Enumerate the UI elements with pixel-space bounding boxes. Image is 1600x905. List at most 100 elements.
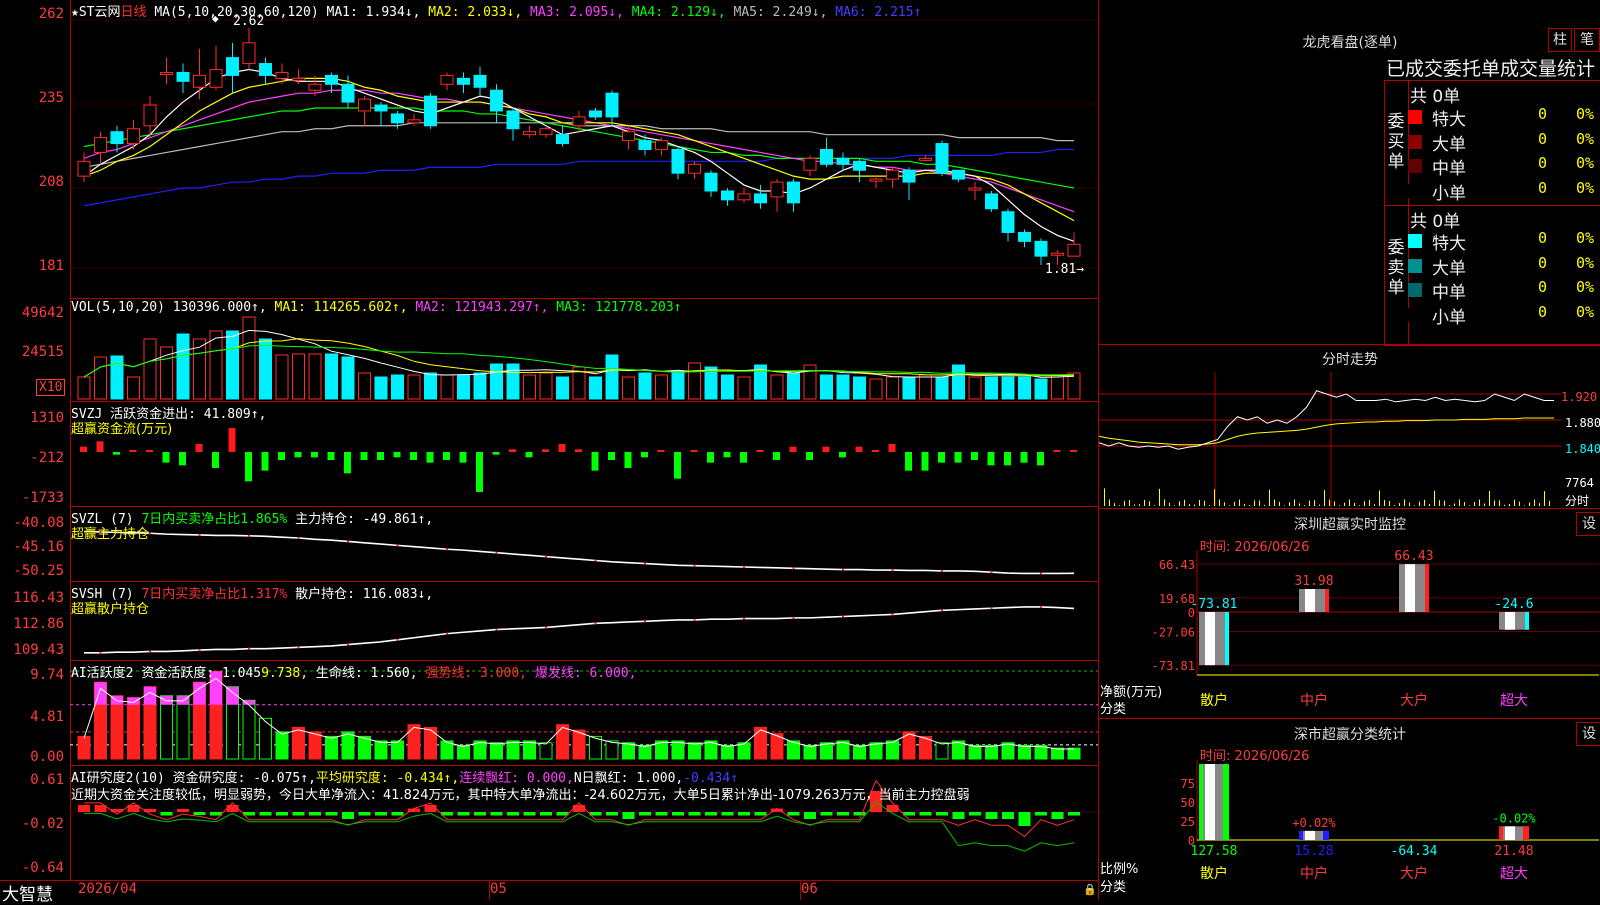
candle-body — [473, 74, 487, 88]
intraday-vol-bar — [1119, 505, 1120, 506]
intraday-vol-bar — [1454, 503, 1455, 506]
vol-ma2: MA2: 121943.297↑, — [415, 300, 549, 315]
fund-flow-bar — [888, 444, 896, 452]
y-label: 262 — [38, 6, 64, 22]
intraday-vol-bar — [1324, 490, 1325, 506]
order-size: 大单 — [1432, 258, 1466, 279]
order-size: 大单 — [1432, 134, 1466, 155]
svzl-pane[interactable]: SVZL (7) 7日内买卖净占比1.865% 主力持仓: -49.861↑, … — [70, 507, 1098, 582]
bar-mode-button[interactable]: 柱 — [1548, 28, 1572, 52]
svzl-subtitle: 超赢主力持仓 — [71, 527, 150, 542]
intraday-vol-bar — [1259, 500, 1260, 506]
intraday-lines[interactable] — [1098, 372, 1600, 508]
y-label: 181 — [38, 258, 64, 274]
class-bar — [1499, 826, 1529, 840]
position-dot — [446, 632, 448, 635]
candle-body — [836, 157, 850, 165]
value-label: -24.6 — [1494, 597, 1533, 612]
color-swatch — [1408, 234, 1422, 248]
intraday-vol-bar — [1269, 489, 1270, 506]
research-bar — [606, 812, 618, 816]
kline-pane[interactable]: ★ST云网日线 MA(5,10,20,30,60,120) MA1: 1.934… — [70, 0, 1098, 299]
intraday-vol-bar — [1294, 499, 1295, 506]
sz-class-chart[interactable]: 7550250127.58散户+0.02%15.28中户-64.34大户-0.0… — [1099, 760, 1600, 900]
sz-class-settings-button[interactable]: 设 — [1576, 722, 1600, 746]
research-bar — [573, 805, 585, 812]
order-count: 0 — [1538, 105, 1548, 123]
sz-class-title: 深市超赢分类统计 — [1294, 727, 1406, 743]
ai-research-pane[interactable]: AI研究度2(10) 资金研究度: -0.075↑,平均研究度: -0.434↑… — [70, 766, 1098, 880]
candle-body — [688, 163, 701, 174]
fund-flow-bar — [1037, 452, 1044, 466]
order-size: 特大 — [1432, 234, 1466, 254]
intraday-chart[interactable]: 1.920 1.880 1.840 7764 分时 — [1098, 372, 1600, 508]
research-bar — [672, 812, 684, 816]
candle-body — [308, 83, 322, 91]
activity-bar — [490, 742, 503, 760]
ai-activity-pane[interactable]: AI活跃度2 资金活跃度: 1.0459.738, 生命线: 1.560, 强势… — [70, 661, 1098, 766]
fund-flow-bar — [839, 452, 846, 458]
research-bar — [919, 812, 932, 816]
category-label: 中户 — [1300, 865, 1328, 882]
fenshi-y-label: 1.840 — [1565, 442, 1600, 456]
fund-flow-bar — [228, 428, 236, 452]
sz-monitor-chart[interactable]: 66.4319.680-27.06-73.81-73.81散户31.98中户66… — [1099, 549, 1600, 720]
y-label: 50 — [1181, 796, 1195, 810]
time-tick — [800, 880, 801, 900]
sell-order-row: 大单 0 0% — [1408, 253, 1598, 279]
lock-icon[interactable]: 🔒 — [1083, 883, 1097, 896]
intraday-vol-bar — [1534, 499, 1535, 506]
fund-flow-bar — [80, 446, 87, 452]
volume-bar — [341, 356, 355, 400]
fund-flow-bar — [96, 441, 104, 452]
svzj-pane[interactable]: SVZJ 活跃资金进出: 41.809↑, 超赢资金流(万元) — [70, 402, 1098, 507]
order-pct: 0% — [1576, 154, 1595, 172]
low-price-mark: 1.81→ — [1045, 262, 1085, 277]
research-bar — [342, 812, 354, 819]
intraday-vol-bar — [1244, 503, 1245, 506]
sz-monitor-settings-button[interactable]: 设 — [1576, 512, 1600, 536]
candle-body — [869, 178, 883, 182]
intraday-vol-bar — [1444, 500, 1445, 506]
volume-bar — [1034, 378, 1048, 400]
intraday-vol-bar — [1459, 499, 1460, 506]
kline-chart[interactable]: ◆ — [70, 0, 1098, 298]
research-bar — [721, 812, 734, 816]
fund-flow-bar — [179, 452, 186, 466]
intraday-vol-bar — [1279, 501, 1280, 506]
order-count: 0 — [1538, 253, 1548, 272]
tick-mode-button[interactable]: 笔 — [1574, 28, 1600, 52]
position-line — [84, 606, 1075, 654]
fund-flow-bar — [426, 452, 434, 463]
intraday-vol-bar — [1174, 505, 1175, 506]
volume-pane[interactable]: VOL(5,10,20) 130396.000↑, MA1: 114265.60… — [70, 299, 1098, 402]
candle-body — [523, 131, 536, 136]
activity-bar — [985, 744, 998, 760]
buy-order-row: 中单 0 0% — [1408, 154, 1598, 179]
research-bar — [738, 812, 750, 816]
candle-body — [671, 148, 685, 174]
position-dot — [396, 638, 399, 641]
activity-bar — [374, 740, 388, 760]
volume-bar — [968, 376, 982, 400]
position-dot — [495, 551, 498, 554]
sz-class-xlabel: 分类 — [1100, 880, 1127, 895]
vol-value: 130396.000↑, — [172, 300, 267, 315]
lhkp-title: 龙虎看盘(逐单) — [1302, 35, 1398, 51]
candle-body — [572, 116, 586, 127]
vol-ma3: MA3: 121778.203↑ — [556, 300, 682, 315]
svsh-pane[interactable]: SVSH (7) 7日内买卖净占比1.317% 散户持仓: 116.083↓, … — [70, 582, 1098, 661]
vol-name: VOL(5,10,20) — [71, 300, 165, 315]
color-swatch — [1408, 159, 1422, 173]
position-dot — [941, 609, 943, 612]
intraday-vol-bar — [1334, 501, 1335, 506]
position-dot — [198, 533, 201, 536]
activity-bar — [638, 744, 652, 760]
fund-flow-bar — [1070, 450, 1077, 452]
order-size: 特大 — [1432, 110, 1466, 130]
svzj-subtitle: 超赢资金流(万元) — [71, 422, 173, 437]
average-price-line — [1098, 417, 1554, 446]
position-dot — [545, 555, 547, 558]
svzl-ratio: 7日内买卖净占比1.865% — [141, 512, 288, 527]
bar-edge — [1225, 612, 1229, 666]
